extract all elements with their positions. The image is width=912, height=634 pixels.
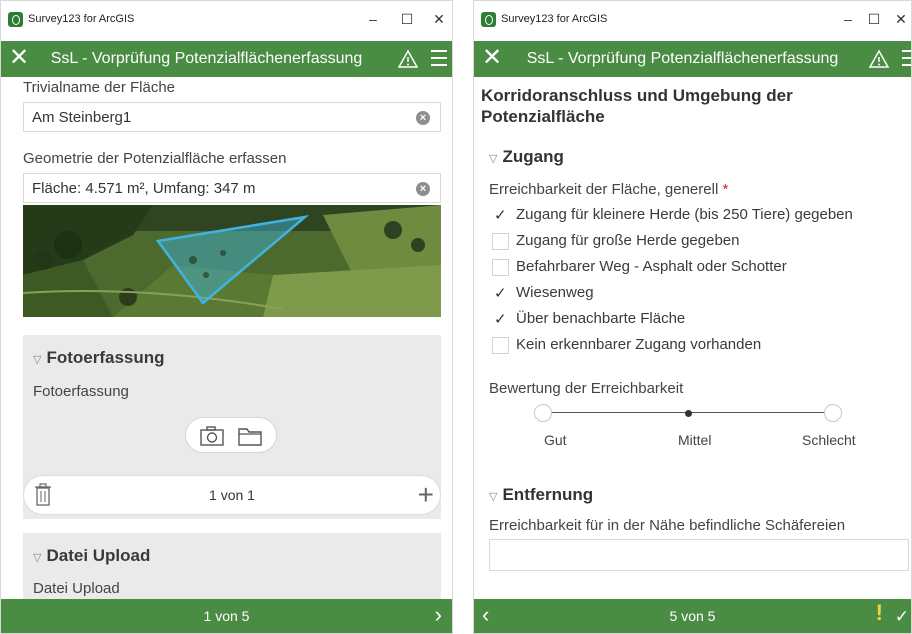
section-title: Korridoranschluss und Umgebung der Poten… (481, 86, 793, 126)
checkbox-label: Befahrbarer Weg - Asphalt oder Schotter (516, 258, 787, 275)
checkbox-label: Zugang für kleinere Herde (bis 250 Tiere… (516, 206, 853, 223)
trivialname-input[interactable]: Am Steinberg1 × (23, 102, 441, 132)
rating-label-gut: Gut (544, 432, 567, 448)
photo-pager: 1 von 1 + (23, 475, 441, 515)
submit-button[interactable]: ✓ (895, 604, 909, 630)
checkbox-checked[interactable]: ✓ (492, 311, 509, 328)
survey-title: SsL - Vorprüfung Potenzialflächenerfassu… (50, 50, 363, 67)
required-marker: * (722, 181, 729, 198)
datei-upload-label: Datei Upload (33, 580, 120, 597)
media-buttons (185, 417, 277, 453)
fotoerfassung-group: ▽ Fotoerfassung Fotoerfassung 1 von 1 + (23, 335, 441, 519)
next-page-button[interactable]: › (435, 602, 442, 628)
checkbox-label: Wiesenweg (516, 284, 594, 301)
clear-icon[interactable]: × (416, 111, 430, 125)
trivialname-label: Trivialname der Fläche (23, 79, 175, 96)
survey-form-content: Trivialname der Fläche Am Steinberg1 × G… (1, 77, 452, 599)
survey123-app-icon (8, 12, 23, 27)
collapse-triangle-icon: ▽ (33, 354, 42, 366)
rating-label: Bewertung der Erreichbarkeit (489, 380, 684, 397)
checkmark-icon: ✓ (494, 207, 507, 224)
geometrie-input[interactable]: Fläche: 4.571 m², Umfang: 347 m × (23, 173, 441, 203)
survey123-app-icon (481, 12, 496, 27)
checkbox-unchecked[interactable] (492, 259, 509, 276)
checkbox-unchecked[interactable] (492, 337, 509, 354)
geometry-map[interactable] (23, 205, 441, 317)
entfernung-input[interactable] (489, 539, 909, 571)
checkbox-label: Zugang für große Herde gegeben (516, 232, 740, 249)
window-titlebar: Survey123 for ArcGIS – ☐ ✕ (1, 1, 452, 41)
checkbox-label: Über benachbarte Fläche (516, 310, 686, 327)
survey-window-page-5: Survey123 for ArcGIS – ☐ ✕ ✕ SsL - Vorpr… (473, 0, 912, 634)
survey-footer: 1 von 5 › (1, 599, 452, 633)
checkbox-checked[interactable]: ✓ (492, 207, 509, 224)
geometrie-value: Fläche: 4.571 m², Umfang: 347 m (32, 180, 256, 197)
checkbox-label: Kein erkennbarer Zugang vorhanden (516, 336, 762, 353)
collapse-triangle-icon: ▽ (489, 153, 498, 165)
checkbox-checked[interactable]: ✓ (492, 285, 509, 302)
maximize-button[interactable]: ☐ (863, 9, 885, 29)
datei-upload-header[interactable]: ▽ Datei Upload (33, 546, 150, 566)
collapse-triangle-icon: ▽ (489, 491, 498, 503)
survey-window-page-1: Survey123 for ArcGIS – ☐ ✕ ✕ SsL - Vorpr… (0, 0, 453, 634)
erreichbarkeit-question: Erreichbarkeit der Fläche, generell * (489, 181, 729, 198)
checkbox-unchecked[interactable] (492, 233, 509, 250)
window-app-name: Survey123 for ArcGIS (28, 13, 135, 25)
fotoerfassung-header[interactable]: ▽ Fotoerfassung (33, 348, 165, 368)
rating-label-mittel: Mittel (678, 432, 712, 448)
survey-title: SsL - Vorprüfung Potenzialflächenerfassu… (526, 50, 839, 67)
rating-option-gut[interactable] (534, 404, 552, 422)
menu-icon[interactable] (902, 50, 911, 68)
entfernung-header[interactable]: ▽ Entfernung (489, 485, 593, 505)
datei-upload-group: ▽ Datei Upload Datei Upload (23, 533, 441, 599)
rating-scale[interactable] (534, 402, 842, 426)
rating-option-schlecht[interactable] (824, 404, 842, 422)
checkmark-icon: ✓ (494, 285, 507, 302)
collapse-triangle-icon: ▽ (33, 552, 42, 564)
survey-header-bar: ✕ SsL - Vorprüfung Potenzialflächenerfas… (474, 41, 911, 77)
close-survey-button[interactable]: ✕ (9, 43, 29, 73)
checkmark-icon: ✓ (494, 311, 507, 328)
window-close-button[interactable]: ✕ (428, 9, 450, 29)
close-survey-button[interactable]: ✕ (482, 43, 502, 73)
window-close-button[interactable]: ✕ (890, 9, 911, 29)
survey-header-bar: ✕ SsL - Vorprüfung Potenzialflächenerfas… (1, 41, 452, 77)
warning-icon[interactable] (868, 48, 890, 70)
rating-option-mittel[interactable] (679, 404, 697, 422)
folder-icon[interactable] (236, 424, 264, 448)
maximize-button[interactable]: ☐ (396, 9, 418, 29)
page-indicator: 1 von 5 (203, 608, 250, 624)
survey-footer: ‹ 5 von 5 ! ✓ (474, 599, 911, 633)
minimize-button[interactable]: – (362, 9, 384, 29)
trivialname-value: Am Steinberg1 (32, 109, 132, 126)
geometrie-label: Geometrie der Potenzialfläche erfassen (23, 150, 287, 167)
warning-indicator-icon[interactable]: ! (876, 600, 883, 626)
page-indicator: 5 von 5 (669, 608, 716, 624)
window-app-name: Survey123 for ArcGIS (501, 13, 608, 25)
window-titlebar: Survey123 for ArcGIS – ☐ ✕ (474, 1, 911, 41)
warning-icon[interactable] (397, 48, 419, 70)
rating-label-schlecht: Schlecht (802, 432, 856, 448)
clear-icon[interactable]: × (416, 182, 430, 196)
menu-icon[interactable] (431, 50, 447, 68)
add-photo-button[interactable]: + (418, 481, 434, 509)
photo-pager-count: 1 von 1 (209, 487, 255, 503)
minimize-button[interactable]: – (837, 9, 859, 29)
zugang-header[interactable]: ▽ Zugang (489, 147, 564, 167)
survey-form-content: Korridoranschluss und Umgebung der Poten… (474, 77, 911, 599)
fotoerfassung-label: Fotoerfassung (33, 383, 129, 400)
entfernung-question: Erreichbarkeit für in der Nähe befindlic… (489, 517, 846, 534)
camera-icon[interactable] (198, 424, 226, 448)
